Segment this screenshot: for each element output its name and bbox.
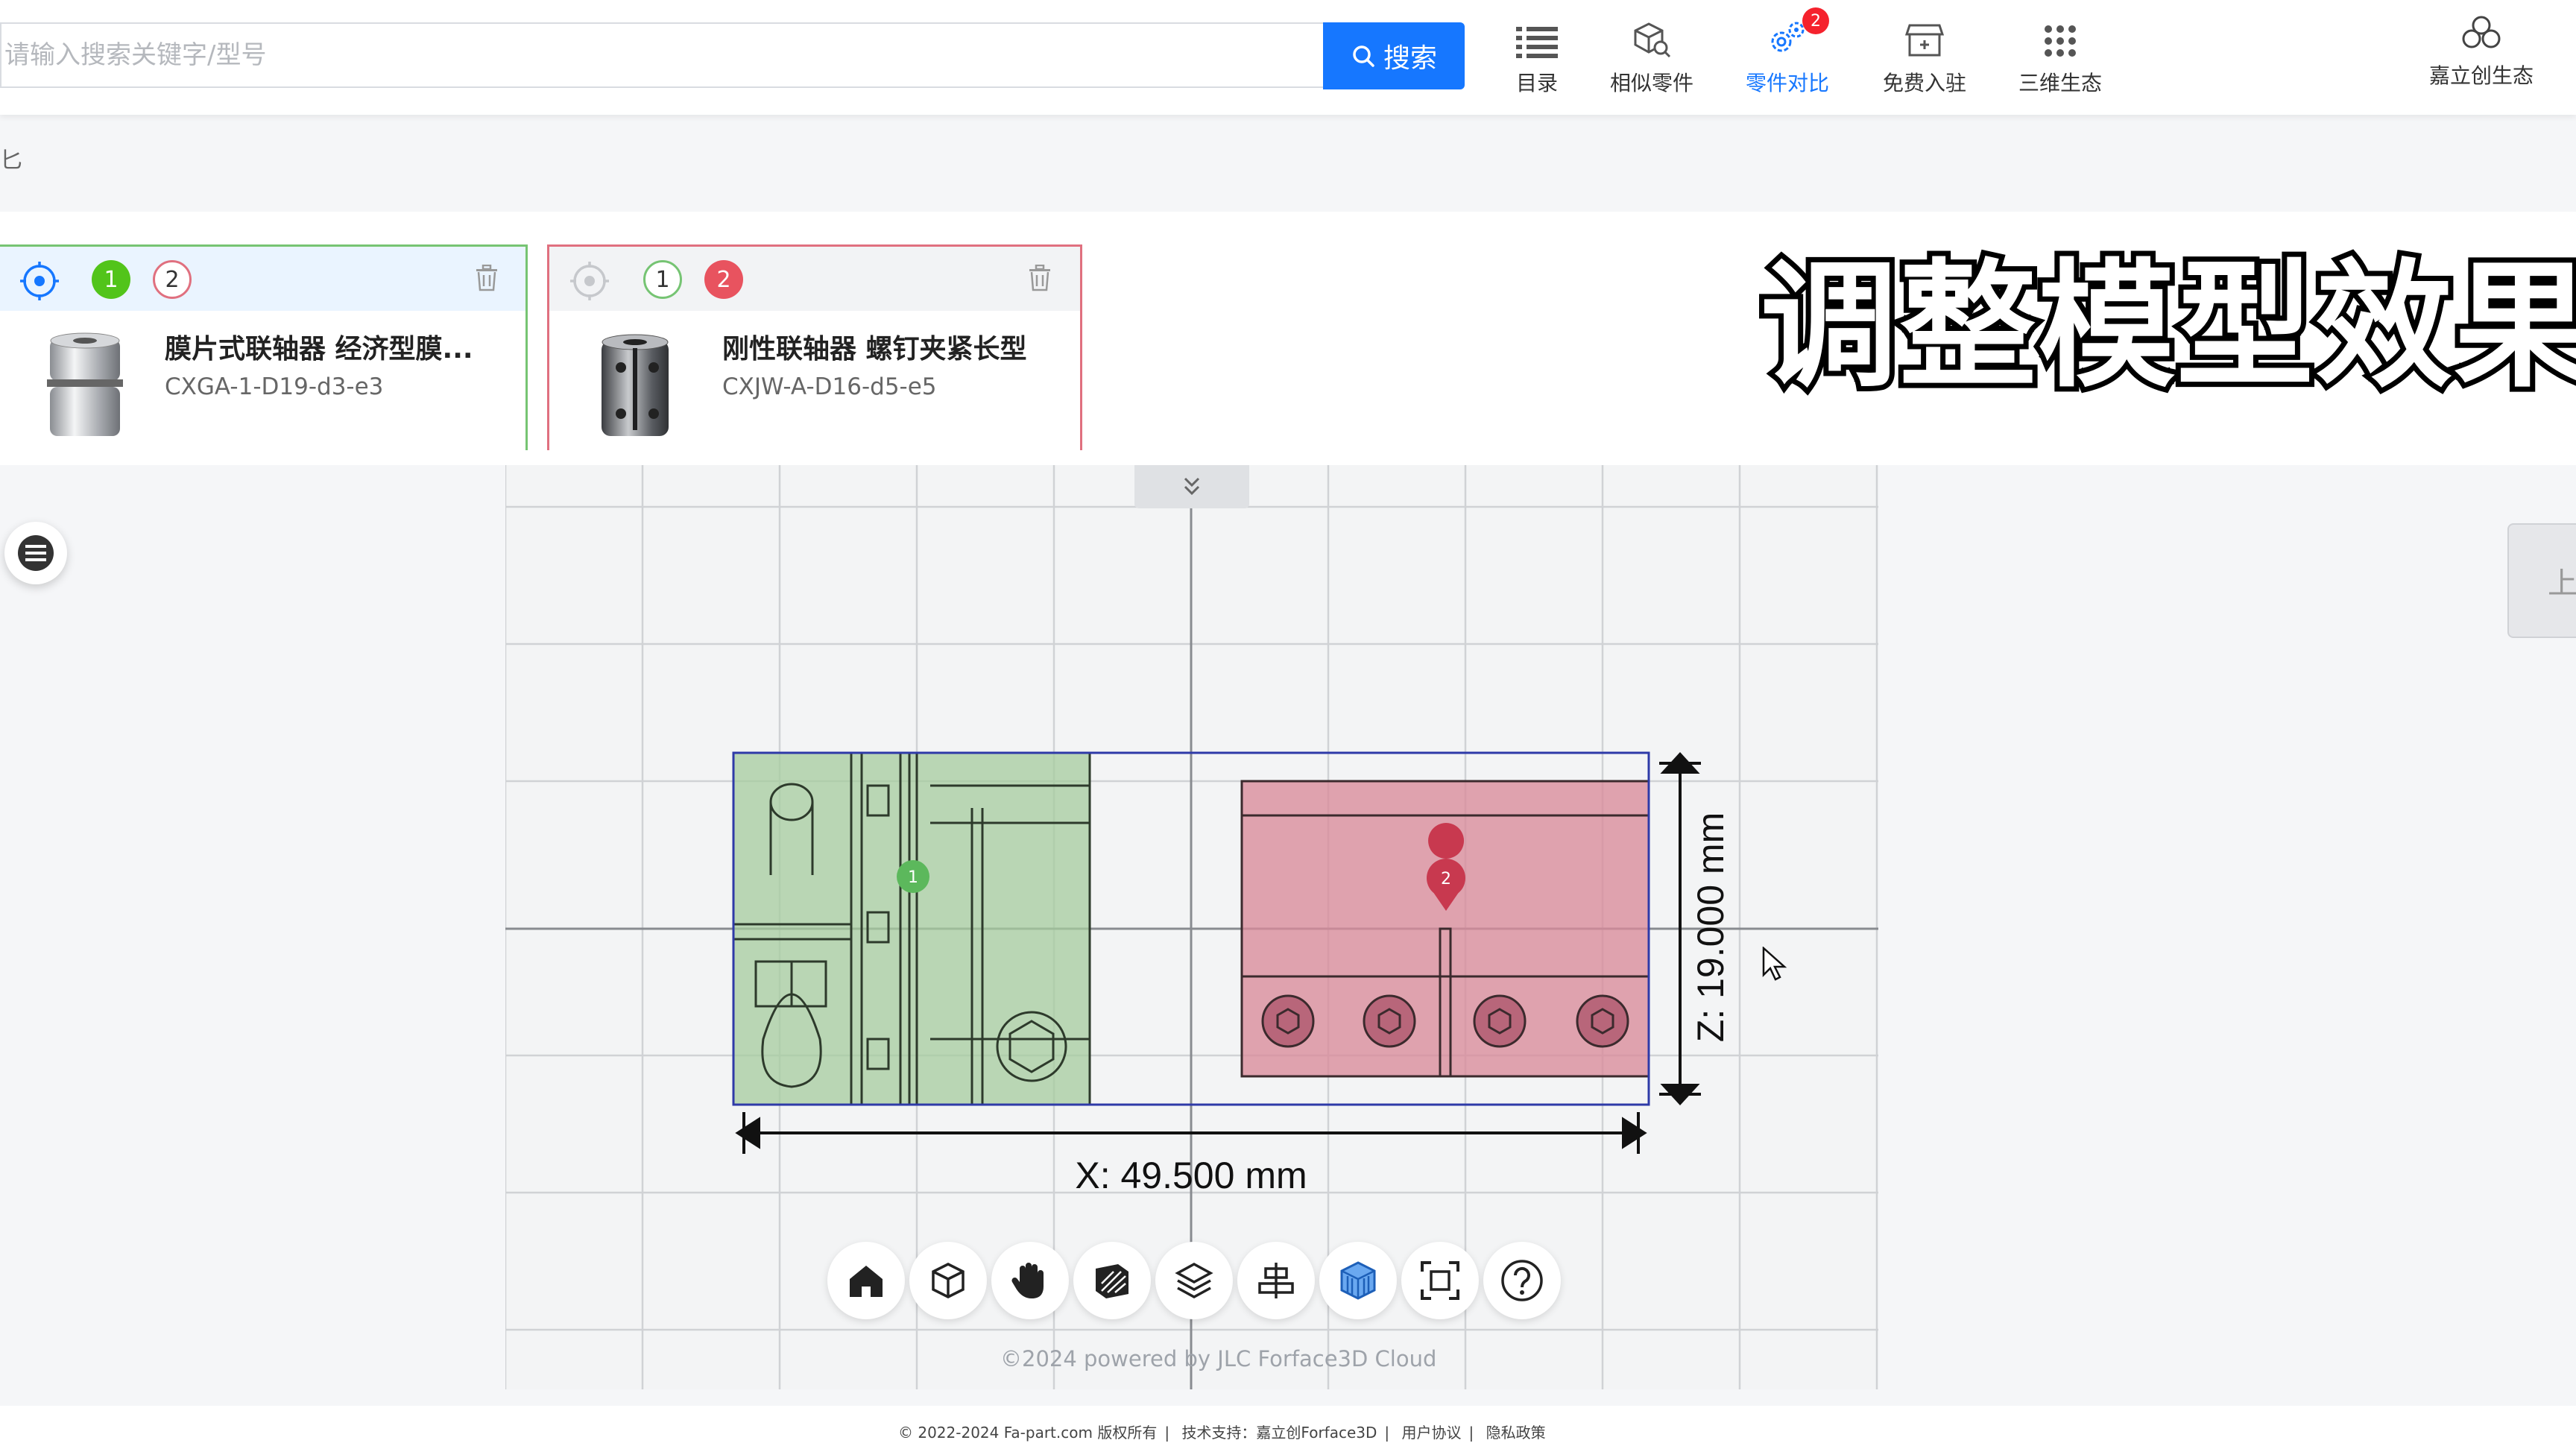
footer-links: © 2022-2024 Fa-part.com 版权所有 | 技术支持：嘉立创Fo… — [898, 1424, 1546, 1442]
pan-button[interactable] — [991, 1242, 1069, 1319]
side-panel-toggle[interactable] — [4, 522, 67, 584]
dimension-x-label: X: 49.500 mm — [1075, 1155, 1307, 1196]
video-caption-headline: 调整模型效果 — [1755, 247, 2576, 406]
section-icon — [1096, 1264, 1128, 1298]
view-cube-button[interactable] — [909, 1242, 987, 1319]
compare-count-badge: 2 — [1802, 7, 1829, 34]
help-button[interactable] — [1483, 1242, 1561, 1319]
list-icon — [1516, 27, 1558, 58]
cube-search-icon — [1634, 22, 1671, 58]
model-2-rigid-coupling[interactable]: 2 — [1240, 780, 1650, 1078]
gears-icon — [1771, 22, 1805, 52]
card-1-slot-1[interactable]: 1 — [92, 260, 130, 299]
shop-icon — [1905, 24, 1944, 57]
nav-similar-parts[interactable]: 相似零件 — [1607, 13, 1696, 97]
card-2-slot-1[interactable]: 1 — [643, 260, 682, 299]
search-button[interactable]: 搜索 — [1323, 22, 1465, 89]
home-view-button[interactable] — [827, 1242, 905, 1319]
search-input[interactable] — [0, 22, 1323, 88]
nav-part-compare-label: 零件对比 — [1745, 71, 1829, 95]
align-icon — [1258, 1263, 1294, 1298]
nav-free-join[interactable]: 免费入驻 — [1880, 13, 1969, 97]
wireframe-button[interactable] — [1319, 1242, 1397, 1319]
nav-3d-ecosystem-label: 三维生态 — [2018, 71, 2102, 95]
collapse-panel-tab[interactable] — [1134, 465, 1249, 508]
footer-tech-support-link[interactable]: 技术支持：嘉立创Forface3D — [1181, 1424, 1377, 1442]
compare-card-1-header: 1 2 — [0, 247, 525, 311]
card-2-slot-2[interactable]: 2 — [704, 260, 743, 299]
locate-target-icon[interactable] — [19, 260, 60, 302]
compare-card-1[interactable]: 1 2 膜片式联轴器 经济型膜... CXGA-1-D19-d3-e3 — [0, 244, 528, 450]
card-1-title[interactable]: 膜片式联轴器 经济型膜... — [165, 327, 473, 366]
hand-pan-icon — [1011, 1263, 1044, 1298]
footer-copyright: © 2022-2024 Fa-part.com 版权所有 — [898, 1424, 1158, 1442]
wireframe-cube-icon — [1340, 1261, 1376, 1300]
powered-by-text: ©2024 powered by JLC Forface3D Cloud — [1000, 1346, 1437, 1371]
diaphragm-coupling-thumbnail — [47, 332, 123, 436]
card-2-title[interactable]: 刚性联轴器 螺钉夹紧长型 — [722, 327, 1027, 366]
compare-card-2-header: 1 2 — [549, 247, 1080, 311]
rigid-coupling-thumbnail — [602, 334, 669, 436]
jlc-logo-icon — [2462, 16, 2501, 48]
marker-1-label: 1 — [908, 868, 918, 887]
marker-2-label: 2 — [1441, 870, 1451, 888]
model-1-diaphragm-coupling[interactable]: 1 — [732, 751, 1091, 1106]
section-view-button[interactable] — [1073, 1242, 1151, 1319]
layers-icon — [1175, 1263, 1213, 1298]
trash-icon[interactable] — [475, 265, 499, 291]
compare-card-2[interactable]: 1 2 刚性联轴器 螺钉夹紧长型 CXJW-A-D16-d5-e5 — [547, 244, 1082, 450]
home-icon — [850, 1266, 883, 1297]
footer-terms-link[interactable]: 用户协议 — [1402, 1424, 1462, 1442]
fit-screen-icon — [1421, 1261, 1459, 1300]
mouse-cursor-icon — [1762, 947, 1787, 981]
nav-3d-ecosystem[interactable]: 三维生态 — [2015, 13, 2105, 97]
layers-button[interactable] — [1155, 1242, 1233, 1319]
locate-target-icon[interactable] — [569, 260, 610, 302]
right-panel-tab[interactable]: 上 — [2507, 523, 2576, 638]
search-icon — [1353, 45, 1374, 67]
dots-grid-icon — [2045, 25, 2076, 57]
nav-similar-parts-label: 相似零件 — [1609, 71, 1693, 95]
nav-part-compare[interactable]: 零件对比 2 — [1743, 7, 1832, 97]
card-1-slot-2[interactable]: 2 — [153, 260, 192, 299]
dimension-z-label: Z: 19.000 mm — [1690, 812, 1731, 1042]
list-circle-icon — [18, 535, 54, 571]
chevron-double-down-icon — [1184, 477, 1200, 496]
breadcrumb: 匕 — [0, 148, 22, 174]
nav-catalog[interactable]: 目录 — [1513, 13, 1561, 97]
fit-screen-button[interactable] — [1401, 1242, 1479, 1319]
trash-icon[interactable] — [1028, 265, 1052, 291]
help-icon — [1501, 1260, 1543, 1301]
nav-free-join-label: 免费入驻 — [1882, 71, 1966, 95]
card-2-model: CXJW-A-D16-d5-e5 — [722, 373, 937, 400]
nav-jlc-ecosystem-label: 嘉立创生态 — [2428, 63, 2534, 88]
nav-jlc-ecosystem[interactable]: 嘉立创生态 — [2425, 10, 2537, 89]
align-button[interactable] — [1237, 1242, 1315, 1319]
cube-view-icon — [932, 1263, 965, 1298]
search-button-label: 搜索 — [1383, 43, 1437, 74]
viewer-toolbar — [827, 1242, 1561, 1319]
card-1-model: CXGA-1-D19-d3-e3 — [165, 373, 384, 400]
footer-privacy-link[interactable]: 隐私政策 — [1486, 1424, 1546, 1442]
nav-catalog-label: 目录 — [1515, 71, 1558, 95]
